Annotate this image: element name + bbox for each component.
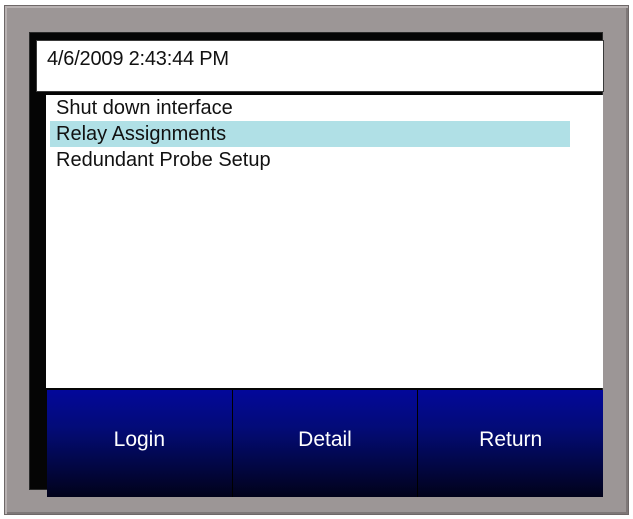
datetime-display: 4/6/2009 2:43:44 PM	[47, 48, 229, 70]
login-button[interactable]: Login	[47, 390, 233, 497]
detail-button[interactable]: Detail	[232, 390, 419, 497]
return-button[interactable]: Return	[418, 390, 604, 497]
menu-panel: Shut down interface Relay Assignments Re…	[46, 95, 603, 388]
menu-list: Shut down interface Relay Assignments Re…	[50, 95, 570, 173]
menu-item-relay-assignments[interactable]: Relay Assignments	[50, 121, 570, 147]
menu-item-shut-down-interface[interactable]: Shut down interface	[50, 95, 570, 121]
softkey-bar: Login Detail Return	[47, 390, 604, 497]
menu-item-redundant-probe-setup[interactable]: Redundant Probe Setup	[50, 147, 570, 173]
datetime-bar: 4/6/2009 2:43:44 PM	[36, 40, 604, 92]
